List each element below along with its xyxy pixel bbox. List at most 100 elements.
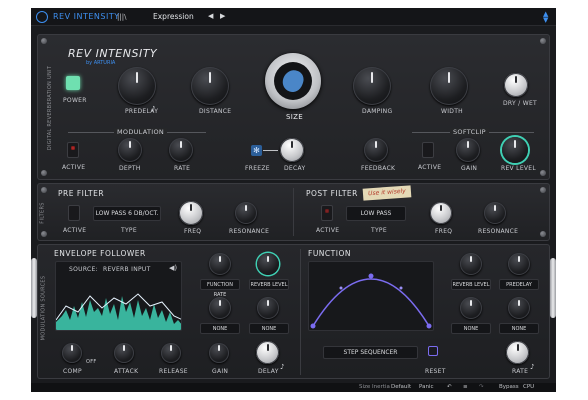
env-dest3-select[interactable]: NONE — [200, 323, 240, 334]
post-filter-resonance-knob[interactable] — [484, 202, 506, 224]
softclip-active-button[interactable] — [422, 142, 434, 158]
softclip-title: SOFTCLIP — [450, 128, 489, 136]
arturia-logo-icon[interactable] — [36, 11, 48, 23]
source-select[interactable]: REVERB INPUT — [103, 266, 151, 273]
distance-knob[interactable] — [191, 67, 229, 105]
func-dest4-knob[interactable] — [508, 297, 530, 319]
decay-knob[interactable] — [280, 138, 304, 162]
envelope-waveform — [56, 293, 181, 330]
function-point — [310, 323, 316, 329]
pre-filter-type-select[interactable]: LOW PASS 6 DB/OCT. — [93, 206, 161, 221]
predelay-knob[interactable] — [118, 67, 156, 105]
app-title: REV INTENSITY — [53, 12, 120, 21]
rate-label: RATE — [174, 165, 191, 172]
post-filter-freq-knob[interactable] — [430, 202, 452, 224]
func-dest1-select[interactable]: REVERB LEVEL — [451, 279, 491, 290]
env-dest4-select[interactable]: NONE — [249, 323, 289, 334]
func-dest1-knob[interactable] — [460, 253, 482, 275]
function-rate-label: RATE — [512, 368, 529, 375]
env-gain-knob[interactable] — [209, 343, 229, 363]
side-label: DIGITAL REVERBERATION UNIT — [47, 65, 54, 151]
size-display — [274, 62, 312, 100]
freeze-label: FREEZE — [245, 165, 270, 172]
comp-knob[interactable] — [62, 343, 82, 363]
env-dest4-knob[interactable] — [257, 297, 279, 319]
post-filter-type-label: TYPE — [371, 227, 387, 234]
preset-default-button[interactable]: Default — [391, 384, 411, 390]
pre-filter-freq-label: FREQ — [184, 228, 202, 235]
freeze-link-line — [263, 150, 278, 151]
drywet-label: DRY / WET — [503, 100, 537, 107]
env-dest1-select[interactable]: FUNCTION RATE — [200, 279, 240, 298]
post-filter-active-button[interactable] — [321, 205, 333, 221]
func-dest3-knob[interactable] — [460, 297, 482, 319]
width-knob[interactable] — [430, 67, 468, 105]
post-filter-resonance-label: RESONANCE — [478, 228, 519, 235]
rev-level-label: REV LEVEL — [501, 165, 537, 172]
post-filter-type-select[interactable]: LOW PASS — [346, 206, 406, 221]
redo-icon[interactable]: ↷ — [479, 384, 484, 390]
post-filter-title: POST FILTER — [306, 189, 358, 198]
function-rate-note-icon[interactable]: ♪ — [530, 363, 534, 371]
cpu-meter: CPU — [523, 384, 535, 390]
rev-level-knob[interactable] — [502, 137, 528, 163]
previous-preset-icon[interactable]: ◀ — [208, 12, 213, 20]
collapse-icon[interactable]: ▲ ▼ — [543, 11, 548, 24]
library-icon[interactable]: |||\ — [117, 13, 126, 21]
func-dest4-select[interactable]: NONE — [499, 323, 539, 334]
env-dest3-knob[interactable] — [209, 297, 231, 319]
size-knob[interactable] — [265, 53, 321, 109]
next-preset-icon[interactable]: ▶ — [220, 12, 225, 20]
feedback-knob[interactable] — [364, 138, 388, 162]
modulation-title: MODULATION — [114, 128, 168, 136]
reset-label: RESET — [425, 368, 446, 375]
env-delay-note-icon[interactable]: ♪ — [280, 363, 284, 371]
func-dest3-select[interactable]: NONE — [451, 323, 491, 334]
bypass-button[interactable]: Bypass — [499, 384, 519, 390]
env-dest2-select[interactable]: REVERB LEVEL — [249, 279, 289, 290]
size-inertia-label: Size Inertia — [359, 384, 390, 390]
power-button[interactable] — [66, 76, 80, 90]
damping-knob[interactable] — [353, 67, 391, 105]
function-point — [339, 286, 343, 290]
freeze-button[interactable]: ✻ — [251, 145, 262, 156]
drywet-knob[interactable] — [504, 73, 528, 97]
function-point — [426, 323, 432, 329]
pre-filter-freq-knob[interactable] — [179, 201, 203, 225]
mod-active-button[interactable] — [67, 142, 79, 158]
function-point — [399, 286, 403, 290]
post-filter-freq-label: FREQ — [435, 228, 453, 235]
menu-icon[interactable]: ≡ — [463, 384, 468, 390]
function-rate-knob[interactable] — [506, 341, 529, 364]
depth-knob[interactable] — [118, 138, 142, 162]
softclip-gain-knob[interactable] — [456, 138, 480, 162]
env-dest1-knob[interactable] — [209, 253, 231, 275]
speaker-icon[interactable]: ◀) — [169, 264, 177, 272]
pre-filter-type-label: TYPE — [121, 227, 137, 234]
env-dest2-knob[interactable] — [257, 253, 279, 275]
env-delay-knob[interactable] — [256, 341, 279, 364]
func-dest2-knob[interactable] — [508, 253, 530, 275]
pre-filter-resonance-knob[interactable] — [235, 202, 257, 224]
note-icon[interactable]: ♪ — [151, 105, 155, 113]
undo-icon[interactable]: ↶ — [447, 384, 452, 390]
screw — [41, 187, 47, 193]
function-point — [368, 273, 374, 279]
plugin-window: REV INTENSITY |||\ Expression ◀ ▶ ▲ ▼ DIG… — [31, 8, 556, 392]
panic-button[interactable]: Panic — [419, 384, 433, 390]
step-sequencer-button[interactable]: STEP SEQUENCER — [323, 346, 418, 359]
pre-filter-active-label: ACTIVE — [63, 227, 87, 234]
func-dest2-select[interactable]: PREDELAY — [499, 279, 539, 290]
rate-knob[interactable] — [169, 138, 193, 162]
attack-knob[interactable] — [114, 343, 134, 363]
pre-filter-active-button[interactable] — [68, 205, 80, 221]
preset-name[interactable]: Expression — [153, 12, 194, 21]
pre-filter-resonance-label: RESONANCE — [229, 228, 270, 235]
power-label: POWER — [63, 97, 87, 104]
release-knob[interactable] — [161, 343, 181, 363]
post-filter-active-label: ACTIVE — [316, 227, 340, 234]
depth-label: DEPTH — [119, 165, 141, 172]
function-display — [308, 261, 434, 331]
reset-button[interactable] — [428, 346, 438, 356]
screw — [540, 170, 546, 176]
